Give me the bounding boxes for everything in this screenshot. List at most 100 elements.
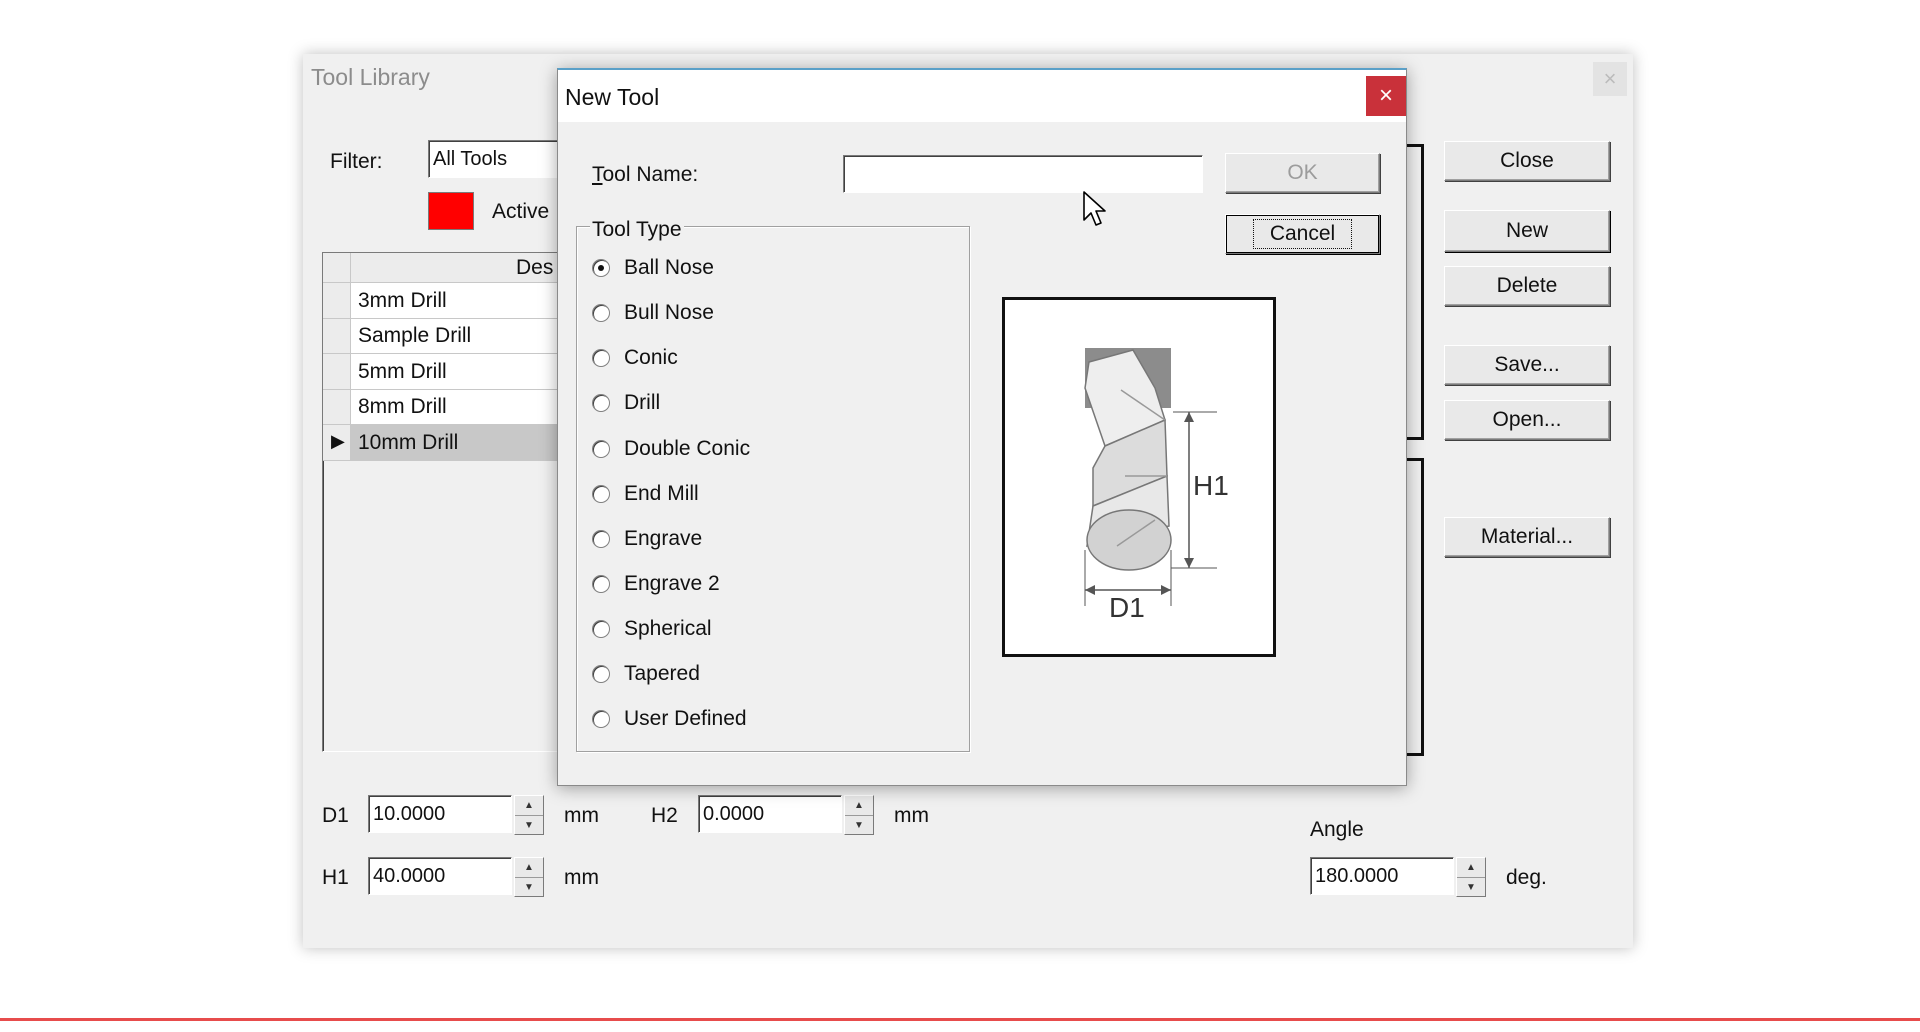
radio-label: Spherical	[624, 617, 712, 640]
d1-diagram-label: D1	[1109, 592, 1145, 623]
mouse-cursor-icon	[1083, 191, 1106, 226]
radio-drill[interactable]: Drill	[592, 391, 660, 415]
active-label: Active	[492, 200, 550, 223]
spin-up-icon[interactable]: ▲	[845, 796, 873, 816]
delete-button[interactable]: Delete	[1444, 266, 1610, 306]
radio-label: End Mill	[624, 482, 699, 505]
save-button[interactable]: Save...	[1444, 345, 1610, 385]
radio-spherical[interactable]: Spherical	[592, 617, 712, 641]
grid-header-label: Des	[516, 256, 554, 279]
radio-engrave[interactable]: Engrave	[592, 527, 702, 551]
spin-down-icon[interactable]: ▼	[845, 816, 873, 835]
row-indicator	[323, 354, 351, 390]
h1-label: H1	[322, 866, 349, 889]
radio-label: Engrave 2	[624, 572, 720, 595]
h1-unit: mm	[564, 866, 599, 889]
angle-input[interactable]: 180.0000	[1310, 857, 1454, 895]
spin-up-icon[interactable]: ▲	[1457, 858, 1485, 878]
tool-preview: H1 D1	[1002, 297, 1276, 657]
radio-button[interactable]	[592, 620, 610, 638]
material-button[interactable]: Material...	[1444, 517, 1610, 557]
h1-arrow-bottom	[1184, 558, 1194, 568]
tool-library-close-icon[interactable]: ×	[1593, 62, 1627, 96]
radio-double-conic[interactable]: Double Conic	[592, 437, 750, 461]
table-row-selected[interactable]: 10mm Drill	[351, 425, 573, 461]
accent-line	[0, 1018, 1920, 1021]
radio-button[interactable]	[592, 575, 610, 593]
radio-engrave-2[interactable]: Engrave 2	[592, 572, 720, 596]
new-tool-close-button[interactable]: ×	[1366, 76, 1406, 116]
radio-button[interactable]	[592, 440, 610, 458]
radio-user-defined[interactable]: User Defined	[592, 707, 747, 731]
radio-button[interactable]	[592, 530, 610, 548]
grid-header-description[interactable]: Des	[351, 253, 573, 283]
tool-name-input[interactable]	[843, 155, 1203, 193]
spin-up-icon[interactable]: ▲	[515, 858, 543, 878]
radio-button[interactable]	[592, 304, 610, 322]
table-row-label: 3mm Drill	[358, 289, 447, 312]
spin-down-icon[interactable]: ▼	[1457, 878, 1485, 897]
h1-diagram-label: H1	[1193, 470, 1229, 501]
d1-label: D1	[322, 804, 349, 827]
spin-up-icon[interactable]: ▲	[515, 796, 543, 816]
tool-name-label: Tool Name:	[592, 163, 699, 186]
tool-type-group-label: Tool Type	[590, 218, 684, 242]
radio-label: Double Conic	[624, 437, 751, 460]
radio-label: Engrave	[624, 527, 703, 550]
d1-spinner[interactable]: ▲ ▼	[514, 795, 544, 835]
radio-button[interactable]	[592, 394, 610, 412]
angle-spinner[interactable]: ▲ ▼	[1456, 857, 1486, 897]
h2-label: H2	[651, 804, 678, 827]
table-row[interactable]: 3mm Drill	[351, 283, 573, 319]
table-row[interactable]: 8mm Drill	[351, 390, 573, 425]
h2-input[interactable]: 0.0000	[698, 795, 842, 833]
new-tool-title: New Tool	[565, 84, 660, 110]
radio-end-mill[interactable]: End Mill	[592, 482, 699, 506]
d1-unit: mm	[564, 804, 599, 827]
active-color-swatch[interactable]	[428, 192, 474, 230]
h2-unit: mm	[894, 804, 929, 827]
radio-label: Ball Nose	[624, 256, 714, 279]
current-row-arrow-icon: ▶	[331, 431, 345, 451]
table-row-label: Sample Drill	[358, 324, 472, 347]
new-button[interactable]: New	[1444, 210, 1610, 252]
filter-combobox[interactable]: All Tools	[428, 140, 568, 178]
new-tool-titlebar[interactable]: New Tool ×	[558, 70, 1406, 122]
row-indicator	[323, 390, 351, 425]
radio-bull-nose[interactable]: Bull Nose	[592, 301, 714, 325]
spin-down-icon[interactable]: ▼	[515, 816, 543, 835]
angle-label: Angle	[1310, 818, 1364, 841]
table-row[interactable]: 5mm Drill	[351, 354, 573, 390]
radio-button[interactable]	[592, 485, 610, 503]
h2-spinner[interactable]: ▲ ▼	[844, 795, 874, 835]
radio-label: User Defined	[624, 707, 747, 730]
ok-button[interactable]: OK	[1225, 153, 1380, 193]
spin-down-icon[interactable]: ▼	[515, 878, 543, 897]
filter-label: Filter:	[330, 150, 383, 173]
open-button[interactable]: Open...	[1444, 400, 1610, 440]
radio-button[interactable]	[592, 349, 610, 367]
radio-button[interactable]	[592, 259, 610, 277]
cancel-button[interactable]: Cancel	[1225, 214, 1380, 254]
d1-input[interactable]: 10.0000	[368, 795, 512, 833]
d1-arrow-right	[1161, 585, 1171, 595]
tool-library-title: Tool Library	[311, 64, 430, 90]
radio-button[interactable]	[592, 665, 610, 683]
row-indicator	[323, 319, 351, 354]
radio-label: Tapered	[624, 662, 700, 685]
tool-grid[interactable]: Des 3mm Drill Sample Drill 5mm Drill 8mm…	[322, 252, 574, 752]
row-indicator-current: ▶	[323, 425, 351, 461]
table-row-label: 8mm Drill	[358, 395, 447, 418]
radio-ball-nose[interactable]: Ball Nose	[592, 256, 714, 280]
table-row[interactable]: Sample Drill	[351, 319, 573, 354]
radio-label: Conic	[624, 346, 678, 369]
h1-spinner[interactable]: ▲ ▼	[514, 857, 544, 897]
radio-button[interactable]	[592, 710, 610, 728]
close-button[interactable]: Close	[1444, 141, 1610, 181]
angle-unit: deg.	[1506, 866, 1547, 889]
radio-tapered[interactable]: Tapered	[592, 662, 700, 686]
table-row-label: 5mm Drill	[358, 360, 447, 383]
radio-conic[interactable]: Conic	[592, 346, 678, 370]
h1-input[interactable]: 40.0000	[368, 857, 512, 895]
d1-arrow-left	[1085, 585, 1095, 595]
